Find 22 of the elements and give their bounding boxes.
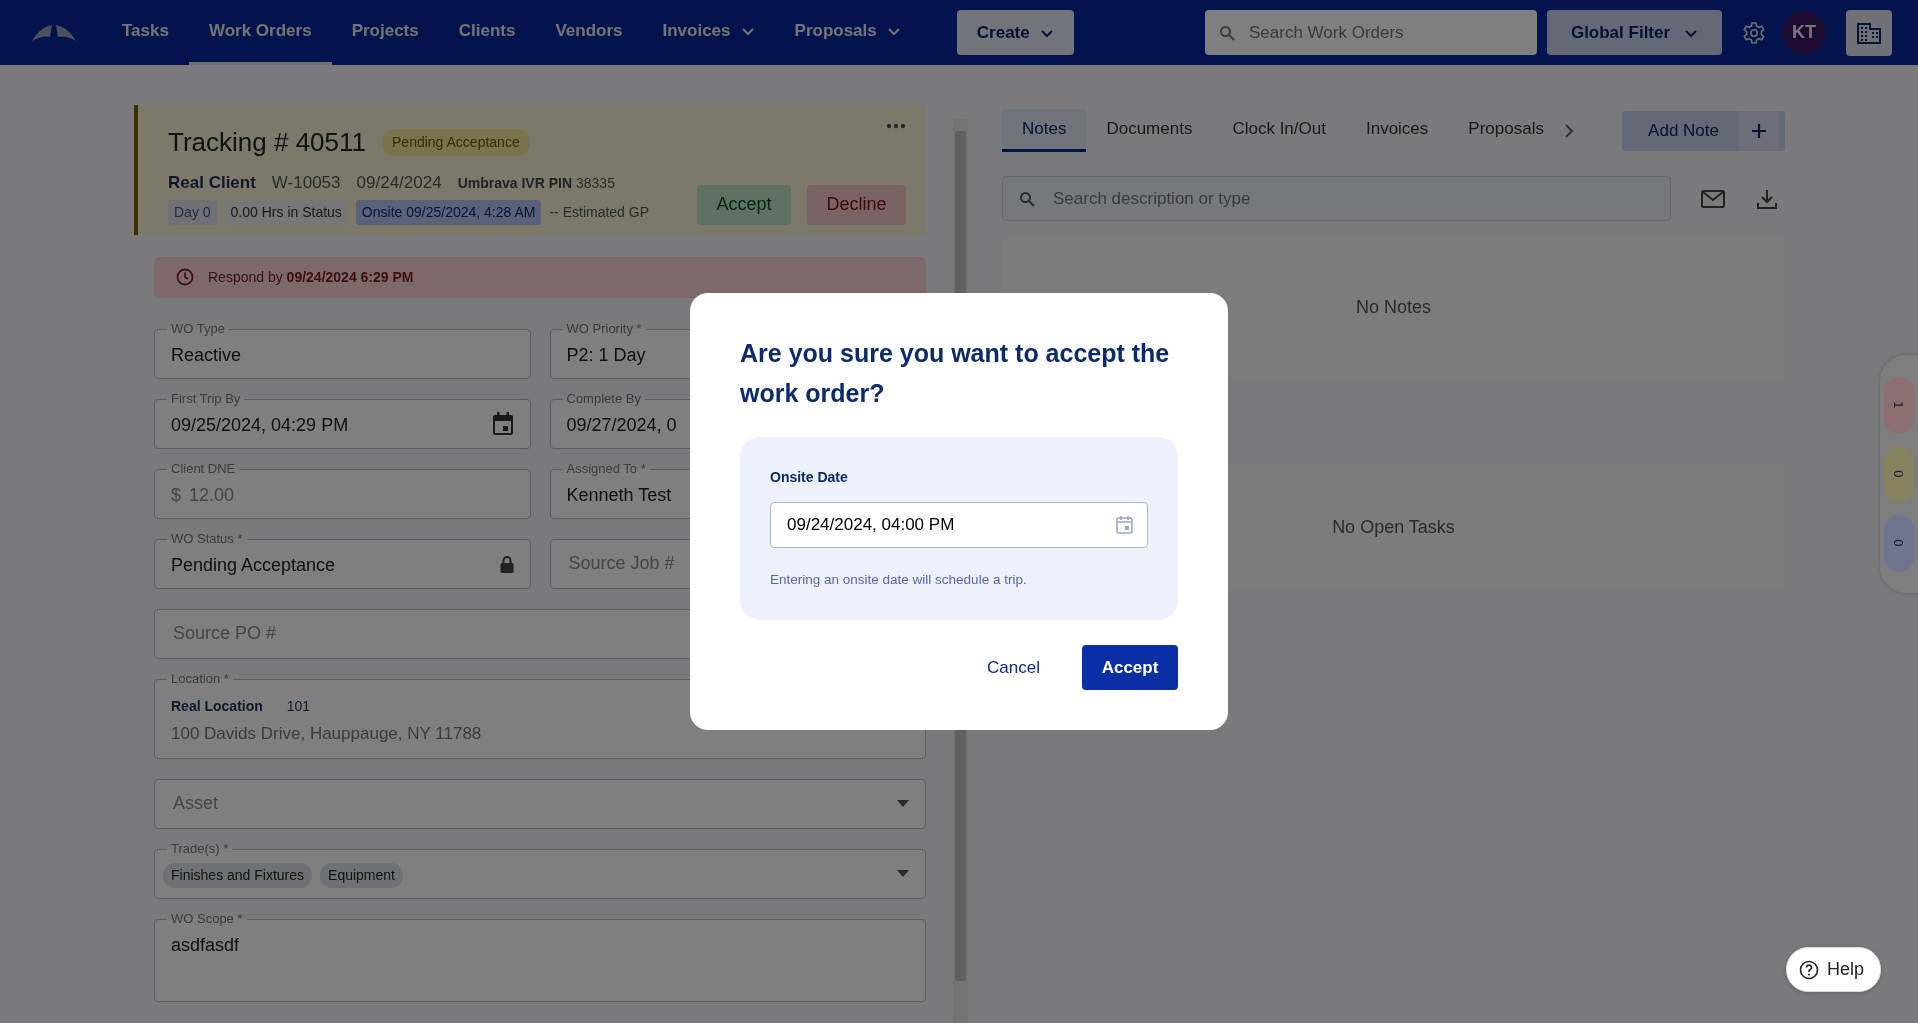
trade-tag: Equipment xyxy=(320,863,403,888)
location-code: 101 xyxy=(286,696,311,716)
empty-notes-text: No Notes xyxy=(1355,296,1431,319)
status-chip: Day 0 xyxy=(168,199,217,225)
status-chip: 0.00 Hrs in Status xyxy=(224,199,348,225)
dialog-title: Are you sure you want to accept the work order? xyxy=(740,337,1171,409)
respond-by-text: Respond by 09/24/2024 6:29 PM xyxy=(208,267,414,287)
work-order-date: 09/24/2024 xyxy=(356,172,442,194)
status-chip: Onsite 09/25/2024, 4:28 AM xyxy=(355,199,542,225)
ivr-pin: 38335 xyxy=(576,174,615,193)
work-order-number: W-10053 xyxy=(271,172,341,194)
ivr-label: Umbrava IVR PIN xyxy=(457,174,572,193)
hint-text: Entering an onsite date will schedule a trip. xyxy=(770,570,1028,589)
tracking-title: Tracking # 40511 xyxy=(168,126,366,159)
empty-tasks-text: No Open Tasks xyxy=(1332,516,1455,539)
currency-symbol: $ xyxy=(171,484,181,507)
status-badge: Pending Acceptance xyxy=(382,129,530,156)
field-label: Onsite Date xyxy=(770,467,849,487)
location-address: 100 Davids Drive, Hauppauge, NY 11788 xyxy=(171,722,483,745)
trade-tag: Finishes and Fixtures xyxy=(163,863,313,888)
location-name: Real Location xyxy=(171,696,263,716)
estimated-gp: -- Estimated GP xyxy=(549,202,650,222)
